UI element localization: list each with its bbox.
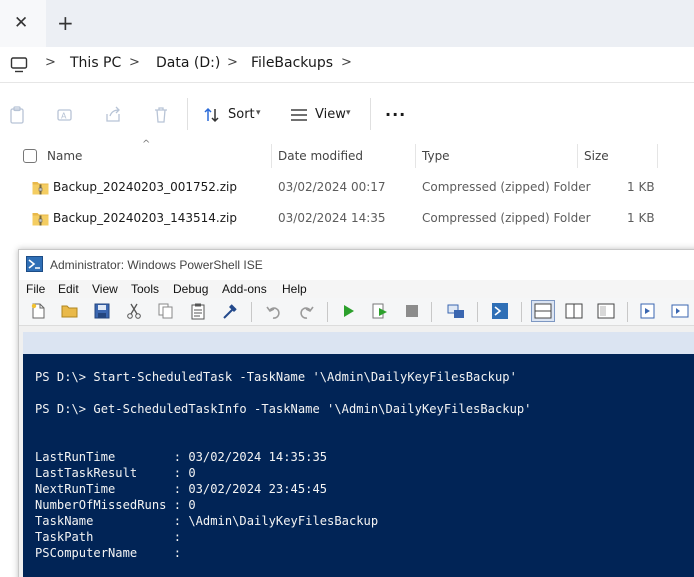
ise-toolbar — [19, 298, 694, 326]
layout-script-top-icon[interactable] — [531, 300, 555, 322]
cut-icon[interactable] — [125, 302, 143, 320]
copy-icon[interactable] — [157, 302, 175, 320]
file-row[interactable]: Backup_20240203_001752.zip 03/02/2024 00… — [0, 173, 694, 203]
menu-tools[interactable]: Tools — [131, 282, 159, 296]
stop-icon[interactable] — [403, 302, 421, 320]
run-selection-icon[interactable] — [371, 302, 389, 320]
file-name: Backup_20240203_143514.zip — [53, 211, 237, 225]
svg-text:A: A — [61, 112, 67, 121]
column-divider[interactable] — [657, 144, 658, 168]
breadcrumb-data-drive[interactable]: Data (D:) — [156, 55, 220, 71]
powershell-ise-window[interactable]: Administrator: Windows PowerShell ISE Fi… — [18, 249, 694, 577]
console-line: LastRunTime : 03/02/2024 14:35:35 — [35, 450, 328, 464]
console-line: PS D:\> Start-ScheduledTask -TaskName '\… — [35, 370, 517, 384]
paste-icon[interactable] — [189, 302, 207, 320]
zip-folder-icon — [32, 182, 49, 195]
tab-active[interactable]: ✕ — [0, 0, 46, 47]
file-date: 03/02/2024 14:35 — [278, 211, 386, 225]
tab-bar: ✕ + — [0, 0, 694, 47]
start-powershell-icon[interactable] — [491, 302, 509, 320]
more-options-button[interactable]: ... — [385, 101, 406, 120]
window-title: Administrator: Windows PowerShell ISE — [50, 258, 263, 272]
show-addons-icon[interactable] — [671, 302, 689, 320]
file-row[interactable]: Backup_20240203_143514.zip 03/02/2024 14… — [0, 204, 694, 234]
column-name[interactable]: Name — [47, 149, 82, 163]
save-icon[interactable] — [93, 302, 111, 320]
undo-icon[interactable] — [265, 302, 283, 320]
menu-file[interactable]: File — [26, 282, 45, 296]
remote-powershell-icon[interactable] — [447, 302, 465, 320]
address-bar[interactable]: > This PC > Data (D:) > FileBackups > — [0, 47, 694, 83]
file-size: 1 KB — [627, 211, 655, 225]
view-icon[interactable] — [290, 107, 308, 123]
new-file-icon[interactable] — [29, 302, 47, 320]
column-divider[interactable] — [577, 144, 578, 168]
breadcrumb-filebackups[interactable]: FileBackups — [251, 55, 333, 71]
menu-help[interactable]: Help — [282, 282, 307, 296]
toolbar-divider — [370, 98, 371, 130]
sort-ascending-icon: ^ — [142, 139, 151, 150]
console-line: NextRunTime : 03/02/2024 23:45:45 — [35, 482, 328, 496]
menu-debug[interactable]: Debug — [173, 282, 208, 296]
paste-icon[interactable] — [7, 105, 27, 125]
open-folder-icon[interactable] — [61, 302, 79, 320]
new-tab-icon[interactable]: + — [57, 11, 74, 35]
column-type[interactable]: Type — [422, 149, 450, 163]
menu-view[interactable]: View — [92, 282, 118, 296]
file-type: Compressed (zipped) Folder — [422, 211, 591, 225]
column-divider[interactable] — [415, 144, 416, 168]
file-type: Compressed (zipped) Folder — [422, 180, 591, 194]
toolbar-divider — [521, 302, 522, 322]
console-tab-strip — [23, 332, 694, 354]
console-line: TaskName : \Admin\DailyKeyFilesBackup — [35, 514, 379, 528]
chevron-right-icon[interactable]: > — [45, 55, 56, 70]
chevron-right-icon[interactable]: > — [227, 55, 238, 70]
console-line: PSComputerName : — [35, 546, 182, 560]
file-size: 1 KB — [627, 180, 655, 194]
toolbar-divider — [431, 302, 432, 322]
menu-add-ons[interactable]: Add-ons — [222, 282, 267, 296]
chevron-down-icon[interactable]: ▾ — [256, 108, 261, 118]
sort-icon[interactable] — [203, 106, 221, 124]
breadcrumb-this-pc[interactable]: This PC — [70, 55, 121, 71]
file-date: 03/02/2024 00:17 — [278, 180, 386, 194]
show-commands-icon[interactable] — [639, 302, 657, 320]
console-line: TaskPath : — [35, 530, 182, 544]
console-line: LastTaskResult : 0 — [35, 466, 196, 480]
toolbar-divider — [327, 302, 328, 322]
close-tab-icon[interactable]: ✕ — [14, 11, 28, 35]
ise-title-bar[interactable]: Administrator: Windows PowerShell ISE — [19, 250, 694, 280]
powershell-ise-icon — [26, 256, 43, 272]
redo-icon[interactable] — [297, 302, 315, 320]
run-script-icon[interactable] — [339, 302, 357, 320]
layout-script-maximized-icon[interactable] — [597, 302, 615, 320]
layout-script-right-icon[interactable] — [565, 302, 583, 320]
share-icon[interactable] — [103, 105, 123, 125]
zip-folder-icon — [32, 213, 49, 226]
chevron-right-icon[interactable]: > — [341, 55, 352, 70]
column-date-modified[interactable]: Date modified — [278, 149, 363, 163]
view-button[interactable]: View — [315, 107, 346, 122]
column-header-row: ^ Name Date modified Type Size — [0, 139, 694, 170]
console-line: PS D:\> Get-ScheduledTaskInfo -TaskName … — [35, 402, 532, 416]
select-all-checkbox[interactable] — [23, 149, 37, 163]
toolbar-divider — [627, 302, 628, 322]
toolbar-divider — [251, 302, 252, 322]
chevron-right-icon[interactable]: > — [129, 55, 140, 70]
menu-edit[interactable]: Edit — [58, 282, 79, 296]
menu-bar: File Edit View Tools Debug Add-ons Help — [19, 280, 694, 298]
chevron-down-icon[interactable]: ▾ — [346, 108, 351, 118]
toolbar-divider — [477, 302, 478, 322]
column-size[interactable]: Size — [584, 149, 609, 163]
console-pane[interactable]: PS D:\> Start-ScheduledTask -TaskName '\… — [23, 354, 694, 577]
sort-button[interactable]: Sort — [228, 107, 255, 122]
delete-icon[interactable] — [151, 105, 171, 125]
toolbar-divider — [187, 98, 188, 130]
clear-console-icon[interactable] — [221, 302, 239, 320]
rename-icon[interactable]: A — [55, 105, 75, 125]
computer-icon[interactable] — [10, 56, 28, 74]
file-name: Backup_20240203_001752.zip — [53, 180, 237, 194]
console-line: NumberOfMissedRuns : 0 — [35, 498, 196, 512]
column-divider[interactable] — [271, 144, 272, 168]
